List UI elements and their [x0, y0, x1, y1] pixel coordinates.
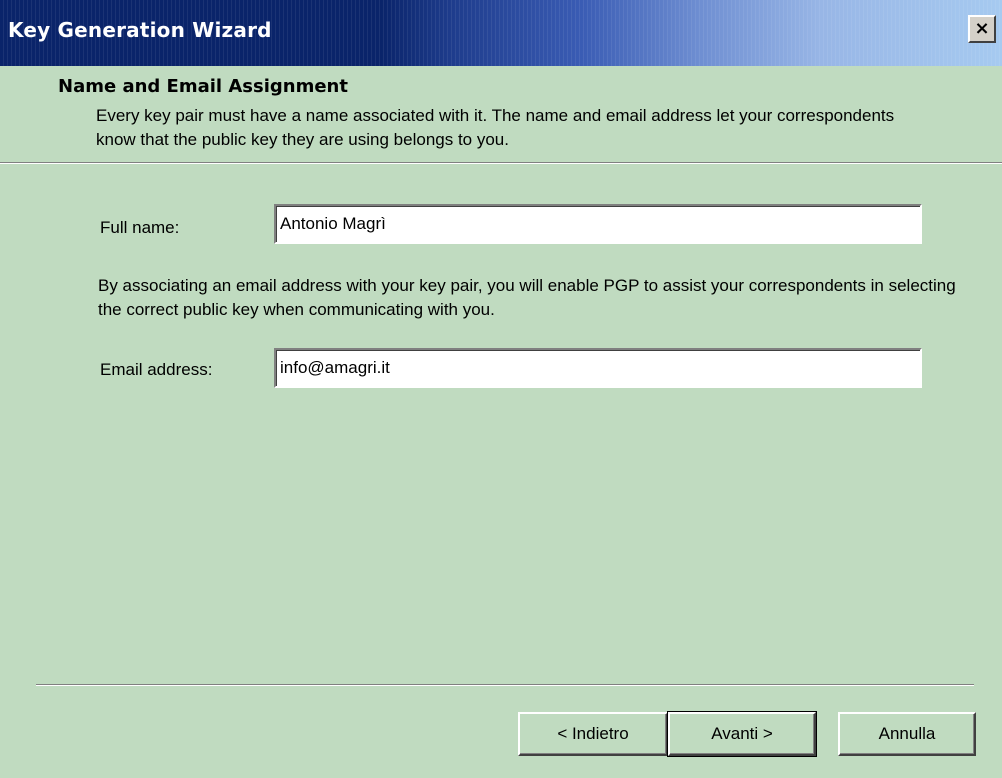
cancel-button[interactable]: Annulla	[838, 712, 976, 756]
email-address-label: Email address:	[100, 360, 213, 379]
close-button[interactable]: ×	[968, 15, 996, 43]
key-generation-wizard-window: Key Generation Wizard × Name and Email A…	[0, 0, 1002, 778]
next-button[interactable]: Avanti >	[667, 711, 817, 757]
close-icon: ×	[974, 18, 990, 39]
email-info-text: By associating an email address with you…	[98, 276, 956, 319]
page-title: Name and Email Assignment	[58, 76, 348, 97]
cancel-button-label: Annulla	[878, 724, 936, 743]
back-button[interactable]: < Indietro	[518, 712, 668, 756]
full-name-label: Full name:	[100, 218, 180, 237]
email-field[interactable]	[274, 348, 922, 388]
footer-divider	[36, 684, 974, 686]
back-button-label: < Indietro	[557, 724, 629, 743]
page-description: Every key pair must have a name associat…	[96, 106, 895, 149]
window-title: Key Generation Wizard	[8, 18, 272, 42]
header-divider	[0, 162, 1002, 164]
next-button-label: Avanti >	[711, 724, 773, 743]
full-name-field[interactable]	[274, 204, 922, 244]
title-bar[interactable]: Key Generation Wizard ×	[0, 0, 1002, 66]
